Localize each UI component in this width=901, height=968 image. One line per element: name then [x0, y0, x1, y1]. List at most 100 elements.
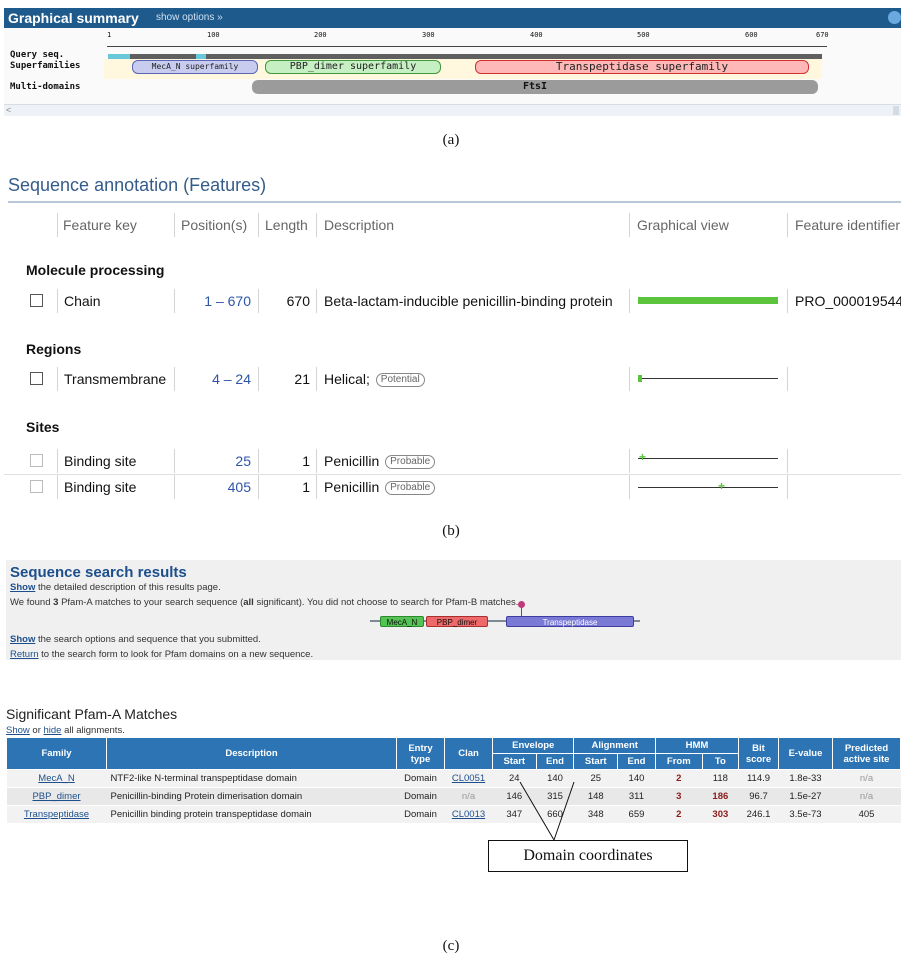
ruler-tick-label: 300: [422, 31, 435, 39]
th-ali-end[interactable]: End: [617, 753, 656, 770]
binding-site-marker-icon: +: [718, 479, 726, 493]
th-description[interactable]: Description: [106, 737, 397, 770]
position-link[interactable]: 25: [178, 453, 251, 469]
th-active-site[interactable]: Predicted active site: [832, 737, 901, 770]
return-link[interactable]: Return: [10, 649, 39, 660]
position-link[interactable]: 4 – 24: [178, 371, 251, 387]
feature-key: Chain: [64, 293, 101, 309]
table-row: PBP_dimer Penicillin-binding Protein dim…: [6, 787, 901, 806]
row-checkbox[interactable]: [30, 294, 43, 307]
sequence-annotation-panel: Sequence annotation (Features) Feature k…: [0, 165, 901, 510]
domain-meca-n[interactable]: MecA_N: [380, 616, 424, 627]
position-link[interactable]: 405: [178, 479, 251, 495]
family-link[interactable]: PBP_dimer: [32, 791, 80, 802]
header-description: Description: [324, 217, 395, 233]
position-link[interactable]: 1 – 670: [178, 293, 251, 309]
family-description: Penicillin-binding Protein dimerisation …: [106, 787, 397, 806]
chain-graphical-bar: [638, 297, 778, 304]
show-description-link[interactable]: Show: [10, 582, 35, 593]
active-site-icon: [518, 601, 525, 608]
th-env-start[interactable]: Start: [492, 753, 537, 770]
header-feature-key: Feature key: [63, 217, 137, 233]
feature-identifier[interactable]: PRO_000019544: [795, 293, 901, 309]
sequence-annotation-title: Sequence annotation (Features): [8, 175, 267, 195]
domain-coordinates-callout: Domain coordinates: [488, 840, 688, 872]
superfamily-transpeptidase[interactable]: Transpeptidase superfamily: [475, 60, 809, 74]
graphical-summary-title: Graphical summary: [8, 10, 139, 26]
group-molecule-processing: Molecule processing: [26, 262, 165, 278]
row-checkbox[interactable]: [30, 454, 43, 467]
domain-transpeptidase[interactable]: Transpeptidase: [506, 616, 634, 627]
evidence-badge[interactable]: Probable: [385, 481, 436, 495]
scroll-left-icon[interactable]: <: [6, 106, 16, 115]
alignment-end: 659: [617, 805, 656, 824]
show-options-link[interactable]: show options »: [156, 12, 223, 23]
th-clan[interactable]: Clan: [444, 737, 493, 770]
e-value: 3.5e-73: [778, 805, 833, 824]
superfamily-pbp-dimer[interactable]: PBP_dimer superfamily: [265, 60, 441, 74]
feature-length: 1: [302, 479, 310, 495]
hide-alignments-link[interactable]: hide: [44, 725, 62, 736]
horizontal-scrollbar[interactable]: <: [4, 104, 901, 116]
binding-site-marker-icon: +: [639, 450, 647, 464]
row-checkbox[interactable]: [30, 372, 43, 385]
e-value: 1.8e-33: [778, 769, 833, 788]
th-entry-type[interactable]: Entry type: [396, 737, 445, 770]
scroll-right-icon[interactable]: [893, 106, 899, 115]
search-results-box: Sequence search results Show the detaile…: [6, 560, 901, 660]
th-hmm-to[interactable]: To: [701, 753, 740, 770]
entry-type: Domain: [396, 769, 445, 788]
multi-domains-label: Multi-domains: [10, 82, 81, 92]
envelope-end: 140: [536, 769, 574, 788]
multidomain-ftsi[interactable]: FtsI: [252, 80, 818, 94]
evidence-badge[interactable]: Probable: [385, 455, 436, 469]
hmm-from: 2: [655, 769, 703, 788]
caption-a: (a): [442, 132, 460, 148]
graphical-summary-header: Graphical summary show options »: [4, 8, 901, 28]
row-checkbox[interactable]: [30, 480, 43, 493]
hmm-from: 3: [655, 787, 703, 806]
th-family[interactable]: Family: [6, 737, 107, 770]
feature-length: 21: [294, 371, 310, 387]
th-bit-score[interactable]: Bit score: [738, 737, 779, 770]
binding-site-graphical-line: [638, 458, 778, 459]
clan-link[interactable]: CL0051: [452, 773, 485, 784]
th-evalue[interactable]: E-value: [778, 737, 833, 770]
show-options-link[interactable]: Show: [10, 634, 35, 645]
pfam-results-panel: Sequence search results Show the detaile…: [0, 556, 901, 968]
family-description: NTF2-like N-terminal transpeptidase doma…: [106, 769, 397, 788]
feature-key: Binding site: [64, 453, 137, 469]
superfamily-meca-n[interactable]: MecA_N superfamily: [132, 60, 258, 74]
envelope-start: 347: [492, 805, 537, 824]
feature-description: Penicillin: [324, 479, 380, 495]
th-ali-start[interactable]: Start: [573, 753, 619, 770]
ruler-tick-label: 600: [745, 31, 758, 39]
th-env-end[interactable]: End: [535, 753, 575, 770]
results-line-1: Show the detailed description of this re…: [10, 582, 221, 593]
title-underline: [8, 201, 901, 203]
group-regions: Regions: [26, 341, 82, 357]
alignment-start: 348: [573, 805, 618, 824]
th-hmm-from[interactable]: From: [654, 753, 703, 770]
caption-b: (b): [442, 523, 460, 539]
show-hide-alignments: Show or hide all alignments.: [6, 725, 125, 736]
envelope-end: 315: [536, 787, 574, 806]
help-icon[interactable]: [888, 11, 901, 24]
family-link[interactable]: Transpeptidase: [24, 809, 89, 820]
envelope-end: 660: [536, 805, 574, 824]
evidence-badge[interactable]: Potential: [375, 373, 425, 387]
alignment-start: 148: [573, 787, 618, 806]
superfamilies-label: Superfamilies: [10, 61, 81, 71]
family-link[interactable]: MecA_N: [38, 773, 74, 784]
domain-pbp-dimer[interactable]: PBP_dimer: [426, 616, 488, 627]
significant-matches-title: Significant Pfam-A Matches: [6, 706, 178, 722]
alignment-start: 25: [573, 769, 618, 788]
results-line-4: Return to the search form to look for Pf…: [10, 649, 314, 660]
envelope-start: 146: [492, 787, 537, 806]
feature-key: Binding site: [64, 479, 137, 495]
binding-site-graphical-line: [638, 487, 778, 488]
envelope-start: 24: [492, 769, 537, 788]
show-alignments-link[interactable]: Show: [6, 725, 30, 736]
clan-link[interactable]: CL0013: [452, 809, 485, 820]
entry-type: Domain: [396, 805, 445, 824]
